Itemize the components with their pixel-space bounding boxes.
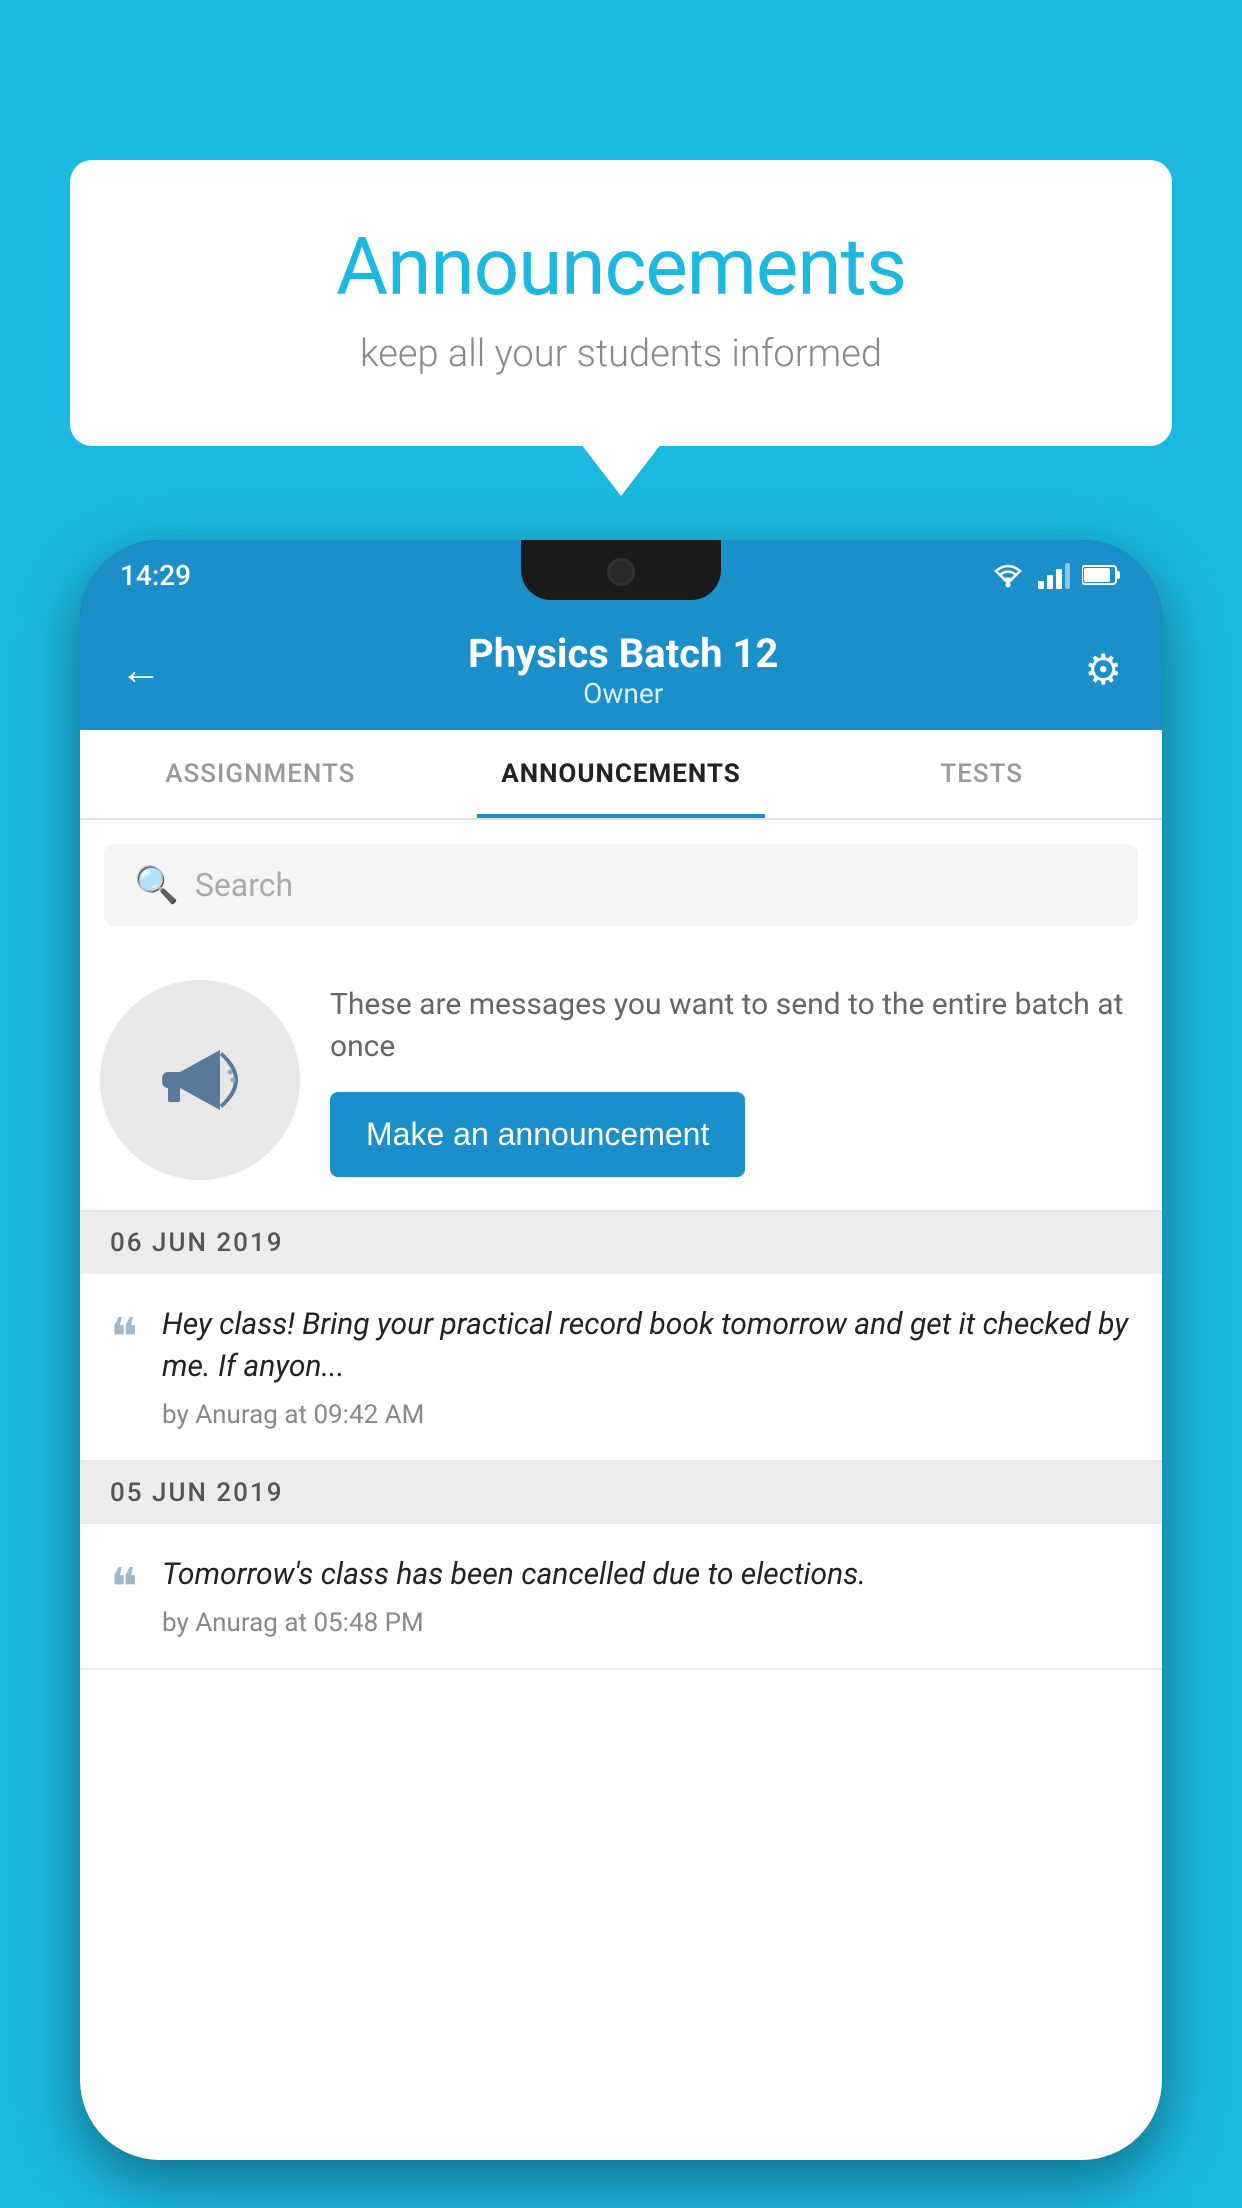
battery-icon (1082, 564, 1122, 586)
status-icons (990, 561, 1122, 589)
phone-camera (607, 558, 635, 586)
tab-announcements[interactable]: ANNOUNCEMENTS (441, 730, 802, 818)
top-bar-subtitle: Owner (468, 677, 778, 710)
announcement-text-1: Tomorrow's class has been cancelled due … (162, 1554, 1132, 1596)
announcement-content-0: Hey class! Bring your practical record b… (162, 1304, 1132, 1430)
tab-assignments[interactable]: ASSIGNMENTS (80, 730, 441, 818)
speech-bubble-container: Announcements keep all your students inf… (70, 160, 1172, 446)
back-button[interactable]: ← (120, 646, 162, 695)
speech-bubble-subtitle: keep all your students informed (150, 332, 1092, 376)
megaphone-icon (150, 1030, 250, 1130)
announcement-text-0: Hey class! Bring your practical record b… (162, 1304, 1132, 1388)
promo-description: These are messages you want to send to t… (330, 984, 1132, 1068)
tab-tests[interactable]: TESTS (801, 730, 1162, 818)
make-announcement-button[interactable]: Make an announcement (330, 1092, 745, 1177)
promo-block: These are messages you want to send to t… (80, 950, 1162, 1212)
top-bar-title: Physics Batch 12 (468, 630, 778, 677)
phone-content: 🔍 Search (80, 820, 1162, 2160)
promo-right: These are messages you want to send to t… (330, 984, 1132, 1177)
search-icon: 🔍 (134, 864, 179, 906)
announcement-meta-1: by Anurag at 05:48 PM (162, 1608, 1132, 1638)
top-bar: ← Physics Batch 12 Owner ⚙ (80, 610, 1162, 730)
wifi-icon (990, 561, 1026, 589)
quote-icon-0: ❝ (110, 1312, 138, 1430)
tab-bar: ASSIGNMENTS ANNOUNCEMENTS TESTS (80, 730, 1162, 820)
announcement-item-0: ❝ Hey class! Bring your practical record… (80, 1274, 1162, 1462)
gear-icon[interactable]: ⚙ (1084, 645, 1122, 695)
quote-icon-1: ❝ (110, 1562, 138, 1638)
announcement-item-1: ❝ Tomorrow's class has been cancelled du… (80, 1524, 1162, 1670)
speech-bubble: Announcements keep all your students inf… (70, 160, 1172, 446)
announcement-meta-0: by Anurag at 09:42 AM (162, 1400, 1132, 1430)
speech-bubble-title: Announcements (150, 220, 1092, 314)
top-bar-center: Physics Batch 12 Owner (468, 630, 778, 710)
phone-notch (521, 540, 721, 600)
phone-frame: 14:29 (80, 540, 1162, 2160)
search-bar[interactable]: 🔍 Search (104, 844, 1138, 926)
promo-icon-circle (100, 980, 300, 1180)
search-placeholder: Search (195, 866, 293, 904)
status-time: 14:29 (120, 559, 191, 592)
date-header-0: 06 JUN 2019 (80, 1212, 1162, 1274)
signal-icon (1038, 561, 1070, 589)
phone-container: 14:29 (80, 540, 1162, 2208)
date-header-1: 05 JUN 2019 (80, 1462, 1162, 1524)
announcement-content-1: Tomorrow's class has been cancelled due … (162, 1554, 1132, 1638)
